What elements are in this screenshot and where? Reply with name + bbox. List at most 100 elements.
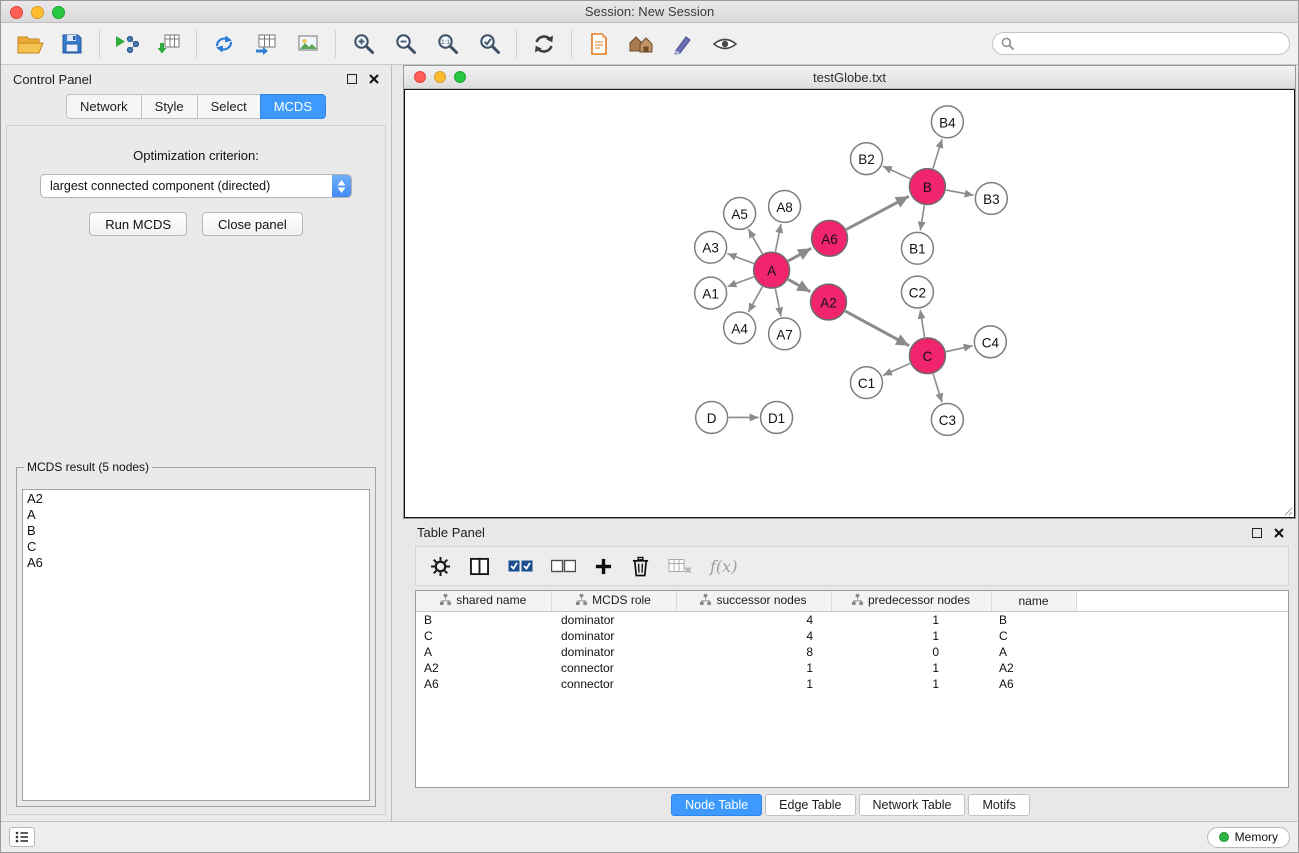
mcds-result-item[interactable]: A [27,507,365,523]
zoom-out-button[interactable] [384,27,426,61]
tab-style[interactable]: Style [141,94,197,119]
refresh-button[interactable] [523,27,565,61]
graph-node-A8[interactable]: A8 [769,191,801,223]
graph-node-B1[interactable]: B1 [901,232,933,264]
delete-column-button[interactable] [631,556,650,577]
maximize-window-button[interactable] [52,6,65,19]
table-settings-button[interactable] [430,556,451,577]
table-row[interactable]: A2connector11A2 [416,660,1288,676]
overview-button[interactable] [620,27,662,61]
resize-grip-icon[interactable] [1281,504,1293,516]
minimize-window-button[interactable] [31,6,44,19]
graph-node-C[interactable]: C [909,338,945,374]
show-column-button[interactable] [469,557,490,576]
graph-node-B3[interactable]: B3 [975,183,1007,215]
close-panel-button[interactable]: Close panel [202,212,303,236]
task-history-button[interactable] [9,827,35,847]
select-all-columns-button[interactable] [508,559,533,573]
graph-edge-C-C2[interactable] [920,310,924,337]
network-close-button[interactable] [414,71,426,83]
graph-edge-B-B3[interactable] [946,190,974,195]
graph-edge-A-A7[interactable] [775,289,781,317]
memory-button[interactable]: Memory [1207,827,1290,848]
table-row[interactable]: Adominator80A [416,644,1288,660]
graph-edge-A6-B[interactable] [846,196,909,229]
graph-node-D1[interactable]: D1 [761,402,793,434]
graph-edge-B-B4[interactable] [933,139,942,168]
zoom-in-button[interactable] [342,27,384,61]
tab-network[interactable]: Network [66,94,141,119]
graph-node-D[interactable]: D [696,402,728,434]
graph-edge-A2-C[interactable] [845,311,909,346]
graph-node-A[interactable]: A [754,252,790,288]
export-table-button[interactable] [245,27,287,61]
tab-mcds[interactable]: MCDS [260,94,326,119]
graph-node-B4[interactable]: B4 [931,106,963,138]
graph-node-A4[interactable]: A4 [724,312,756,344]
create-column-button[interactable] [594,557,613,576]
import-network-button[interactable] [106,27,148,61]
export-image-button[interactable] [287,27,329,61]
graph-node-A7[interactable]: A7 [769,318,801,350]
close-panel-x-button[interactable] [369,74,379,84]
column-header-predecessor-nodes[interactable]: predecessor nodes [831,591,991,611]
graph-edge-A-A5[interactable] [748,229,762,254]
graph-node-A1[interactable]: A1 [695,277,727,309]
snapshot-button[interactable] [578,27,620,61]
save-session-button[interactable] [51,27,93,61]
graph-node-C4[interactable]: C4 [974,326,1006,358]
zoom-selected-button[interactable] [468,27,510,61]
graph-edge-A-A8[interactable] [775,224,781,252]
float-table-panel-button[interactable] [1252,528,1262,538]
graph-node-C2[interactable]: C2 [901,276,933,308]
float-panel-button[interactable] [347,74,357,84]
graph-edge-C-C1[interactable] [883,363,910,375]
column-header-shared-name[interactable]: shared name [416,591,551,611]
tab-edge-table[interactable]: Edge Table [765,794,855,816]
run-mcds-button[interactable]: Run MCDS [89,212,187,236]
import-table-button[interactable] [148,27,190,61]
graph-edge-B-B1[interactable] [920,205,924,230]
tab-network-table[interactable]: Network Table [859,794,966,816]
zoom-fit-button[interactable]: 1:1 [426,27,468,61]
network-canvas[interactable]: B4B2BB3A5A8A6B1A3AC2A1A2A4A7C4CC1C3DD1 [404,89,1295,518]
graph-edge-A-A6[interactable] [788,248,811,261]
graph-node-A3[interactable]: A3 [695,231,727,263]
graph-edge-B-B2[interactable] [883,166,910,179]
mcds-result-item[interactable]: B [27,523,365,539]
visibility-button[interactable] [704,27,746,61]
mcds-result-item[interactable]: A6 [27,555,365,571]
graph-edge-C-C3[interactable] [933,374,942,403]
graph-node-C3[interactable]: C3 [931,404,963,436]
mcds-result-item[interactable]: C [27,539,365,555]
graph-node-A2[interactable]: A2 [811,284,847,320]
graph-node-B[interactable]: B [909,169,945,205]
mcds-result-list[interactable]: A2ABCA6 [22,489,370,801]
close-table-panel-button[interactable] [1274,528,1284,538]
network-minimize-button[interactable] [434,71,446,83]
column-header-mcds-role[interactable]: MCDS role [551,591,676,611]
deselect-all-columns-button[interactable] [551,559,576,573]
graph-edge-A-A3[interactable] [727,254,753,264]
graph-node-A5[interactable]: A5 [724,197,756,229]
graph-node-B2[interactable]: B2 [850,143,882,175]
graph-edge-A-A4[interactable] [748,287,762,312]
tab-motifs[interactable]: Motifs [968,794,1029,816]
tab-select[interactable]: Select [197,94,260,119]
column-header-successor-nodes[interactable]: successor nodes [676,591,831,611]
table-row[interactable]: Bdominator41B [416,611,1288,628]
table-row[interactable]: Cdominator41C [416,628,1288,644]
network-maximize-button[interactable] [454,71,466,83]
mcds-result-item[interactable]: A2 [27,491,365,507]
close-window-button[interactable] [10,6,23,19]
network-merge-button[interactable] [203,27,245,61]
table-row[interactable]: A6connector11A6 [416,676,1288,692]
tab-node-table[interactable]: Node Table [671,794,762,816]
annotation-button[interactable] [662,27,704,61]
open-session-button[interactable] [9,27,51,61]
graph-node-A6[interactable]: A6 [812,220,848,256]
column-header-name[interactable]: name [991,591,1076,611]
graph-edge-A-A1[interactable] [727,277,753,287]
graph-edge-A-A2[interactable] [788,279,810,291]
criterion-dropdown[interactable]: largest connected component (directed) [40,174,352,198]
